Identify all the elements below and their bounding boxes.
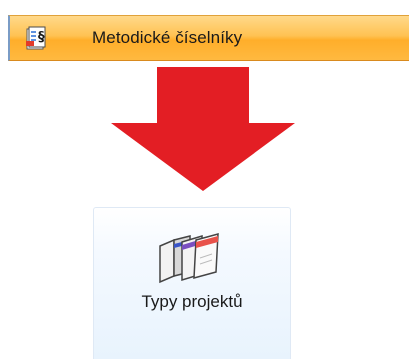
down-arrow-icon (111, 67, 295, 191)
project-types-tile[interactable]: Typy projektů (93, 207, 291, 359)
screen: § Metodické číselníky Typy projektů (0, 0, 409, 359)
nav-item-label: Metodické číselníky (92, 28, 243, 47)
tile-label: Typy projektů (141, 292, 243, 311)
project-types-folders-icon (159, 233, 219, 284)
svg-text:§: § (38, 30, 45, 45)
methodology-catalog-icon: § (24, 25, 50, 51)
nav-item-metodicke-ciselniky[interactable]: § Metodické číselníky (8, 15, 409, 61)
